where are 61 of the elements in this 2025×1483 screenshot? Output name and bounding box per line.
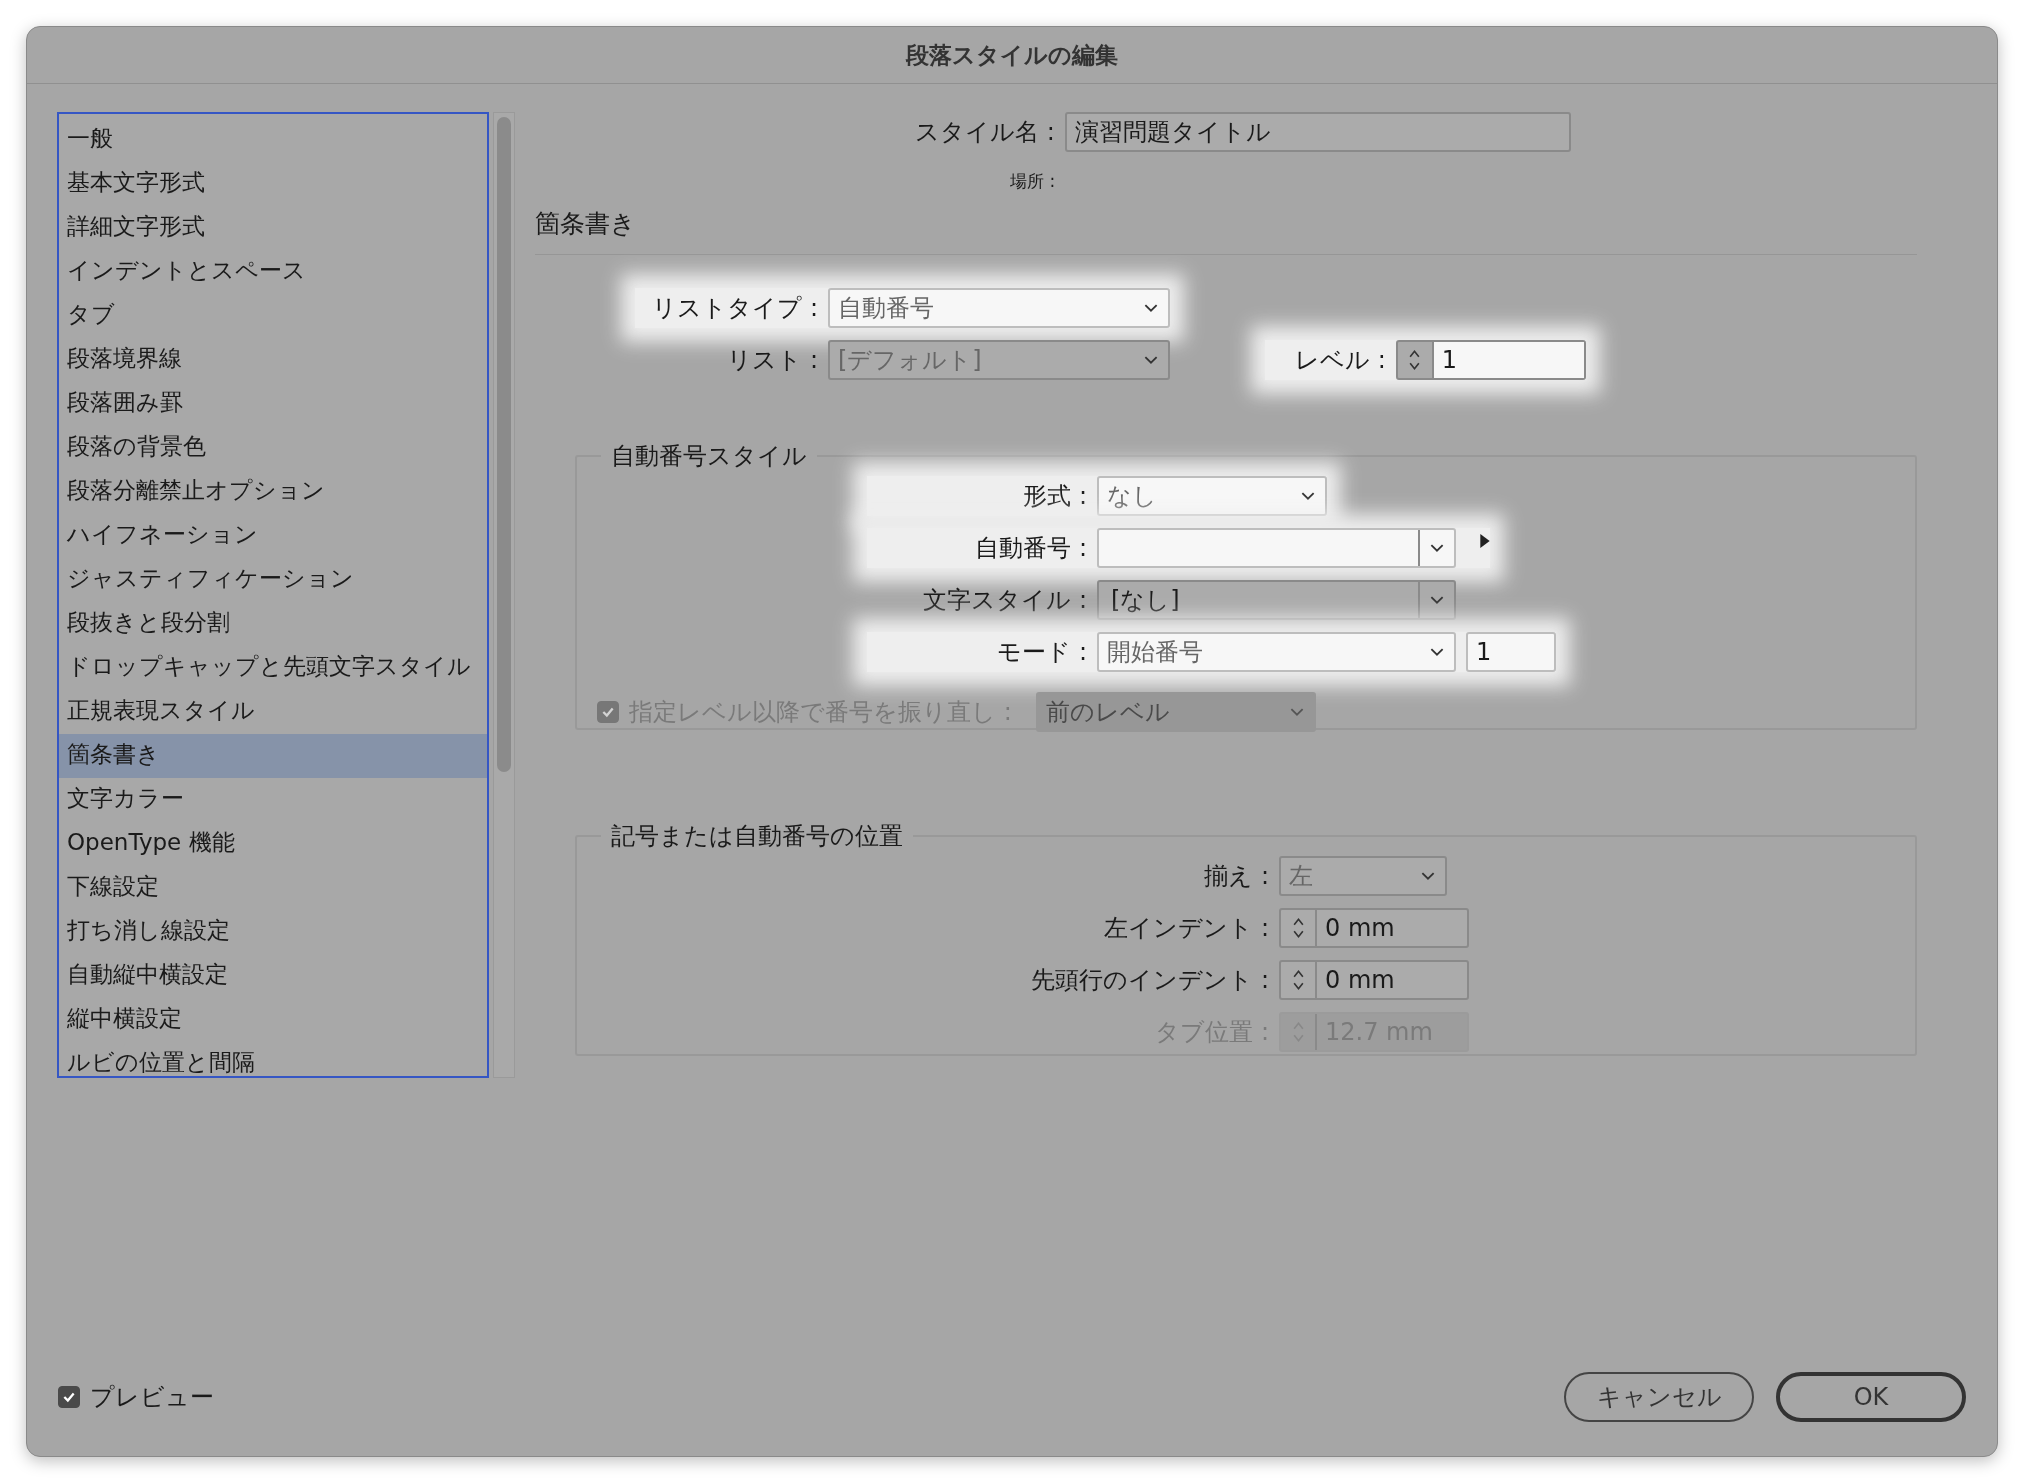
scrollbar[interactable] xyxy=(493,112,515,1078)
category-item[interactable]: 段落分離禁止オプション xyxy=(59,470,487,514)
category-item[interactable]: 打ち消し線設定 xyxy=(59,910,487,954)
field-label: モード : xyxy=(996,637,1087,668)
combo-box[interactable]: [なし] xyxy=(1097,580,1456,620)
field-label: 形式 : xyxy=(1022,481,1087,512)
cancel-button[interactable]: キャンセル xyxy=(1564,1372,1754,1422)
section-title: 箇条書き xyxy=(535,208,637,240)
chevron-down-icon xyxy=(1430,595,1444,605)
category-item[interactable]: 縦中横設定 xyxy=(59,998,487,1042)
category-item[interactable]: 段落境界線 xyxy=(59,338,487,382)
chevron-down-icon xyxy=(1421,871,1435,881)
field-label: 揃え : xyxy=(1203,861,1269,892)
dropdown[interactable]: 自動番号 xyxy=(828,288,1170,328)
category-item[interactable]: 基本文字形式 xyxy=(59,162,487,206)
category-item[interactable]: 箇条書き xyxy=(59,734,487,778)
field-label: リスト : xyxy=(726,345,818,376)
category-item[interactable]: 段抜きと段分割 xyxy=(59,602,487,646)
category-item[interactable]: ルビの位置と間隔 xyxy=(59,1042,487,1086)
triangle-right-icon[interactable] xyxy=(1480,534,1490,548)
category-item[interactable]: ハイフネーション xyxy=(59,514,487,558)
window-title: 段落スタイルの編集 xyxy=(906,40,1118,70)
field-label: リストタイプ : xyxy=(651,293,818,324)
category-item[interactable]: ジャスティフィケーション xyxy=(59,558,487,602)
category-item[interactable]: 段落の背景色 xyxy=(59,426,487,470)
checkmark-icon xyxy=(62,1390,76,1404)
category-item[interactable]: タブ xyxy=(59,294,487,338)
category-item[interactable]: ドロップキャップと先頭文字スタイル xyxy=(59,646,487,690)
style-name-label: スタイル名 : xyxy=(915,117,1055,148)
chevron-down-icon xyxy=(1289,707,1304,717)
checkbox[interactable] xyxy=(58,1386,80,1408)
ok-button[interactable]: OK xyxy=(1776,1372,1966,1422)
category-item[interactable]: 下線設定 xyxy=(59,866,487,910)
category-item[interactable]: 一般 xyxy=(59,118,487,162)
level-label: レベル : xyxy=(1295,345,1386,376)
chevron-down-icon xyxy=(1430,647,1444,657)
chevron-down-icon xyxy=(1301,491,1315,501)
group-title: 記号または自動番号の位置 xyxy=(610,821,904,852)
style-name-field[interactable]: 演習問題タイトル xyxy=(1064,112,1571,152)
field-label: 文字スタイル : xyxy=(922,585,1087,616)
dropdown[interactable]: 開始番号 xyxy=(1097,632,1456,672)
chevron-down-icon xyxy=(1430,543,1444,553)
chevron-down-icon xyxy=(1144,355,1158,365)
checkmark-icon xyxy=(601,705,615,719)
category-item[interactable]: 自動縦中横設定 xyxy=(59,954,487,998)
category-item[interactable]: 正規表現スタイル xyxy=(59,690,487,734)
category-item[interactable]: OpenType 機能 xyxy=(59,822,487,866)
preview-label: プレビュー xyxy=(90,1382,214,1413)
category-item[interactable]: 文字カラー xyxy=(59,778,487,822)
location-label: 場所 : xyxy=(1010,171,1056,191)
field-label: 先頭行のインデント : xyxy=(1030,965,1269,996)
chevron-down-icon xyxy=(1144,303,1158,313)
dropdown[interactable]: なし xyxy=(1097,476,1327,516)
scroll-thumb[interactable] xyxy=(497,117,511,772)
category-item[interactable]: 詳細文字形式 xyxy=(59,206,487,250)
group-title: 自動番号スタイル xyxy=(610,441,808,472)
category-item[interactable]: インデントとスペース xyxy=(59,250,487,294)
field-label: 左インデント : xyxy=(1103,913,1269,944)
category-item[interactable]: 段落囲み罫 xyxy=(59,382,487,426)
field-label: 自動番号 : xyxy=(974,533,1087,564)
start-number-field[interactable]: 1 xyxy=(1466,632,1556,672)
